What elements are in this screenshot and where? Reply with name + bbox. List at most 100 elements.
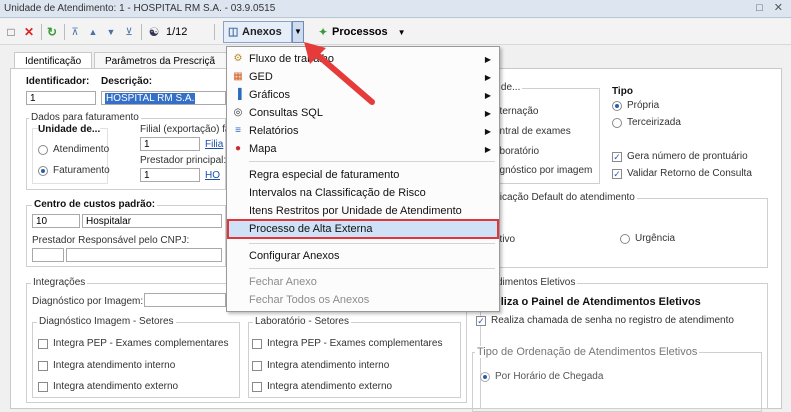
prestador-cnpj-label: Prestador Responsável pelo CNPJ: xyxy=(32,235,190,246)
menu-configurar-anexos[interactable]: Configurar Anexos xyxy=(227,247,499,265)
submenu-arrow-icon: ▶ xyxy=(484,126,491,136)
processos-button[interactable]: Processos ▼ xyxy=(332,23,406,41)
descricao-field[interactable]: HOSPITAL RM S.A. xyxy=(101,91,226,105)
menu-relatorios[interactable]: ≡ Relatórios ▶ xyxy=(227,122,499,140)
check-left-pep[interactable]: Integra PEP - Exames complementares xyxy=(38,338,228,349)
check-gera-prontuario[interactable]: ✓ Gera número de prontuário xyxy=(612,151,748,162)
radio-urgencia-label: Urgência xyxy=(635,233,676,244)
menu-processo-alta-externa[interactable]: Processo de Alta Externa xyxy=(227,219,499,239)
tab-identificacao[interactable]: Identificação xyxy=(14,52,92,69)
radio-horario-chegada-label: Por Horário de Chegada xyxy=(495,371,604,382)
map-pin-icon: ● xyxy=(234,143,242,154)
search-binoculars-icon[interactable]: ☯ xyxy=(146,23,162,41)
submenu-arrow-icon: ▶ xyxy=(484,90,491,100)
window-title: Unidade de Atendimento: 1 - HOSPITAL RM … xyxy=(4,3,276,14)
filial-link[interactable]: Filia xyxy=(205,139,223,150)
radio-faturamento[interactable]: Faturamento xyxy=(38,165,110,176)
radio-circle xyxy=(612,117,622,128)
check-right-pep[interactable]: Integra PEP - Exames complementares xyxy=(252,338,442,349)
check-chamada-senha[interactable]: ✓ Realiza chamada de senha no registro de… xyxy=(476,315,734,326)
toolbar: □ ✕ ↻ ⊼ ▲ ▼ ⊻ ☯ 1/12 ✦ Processos ▼ xyxy=(0,19,791,45)
checkbox-checked: ✓ xyxy=(612,168,622,179)
new-icon[interactable]: □ xyxy=(4,23,18,41)
processos-label: Processos xyxy=(332,26,388,38)
submenu-arrow-icon: ▶ xyxy=(484,144,491,154)
painel-eletivos-label: tiliza o Painel de Atendimentos Eletivos xyxy=(494,296,701,308)
filial-field[interactable]: 1 xyxy=(140,137,200,151)
radio-horario-chegada[interactable]: Por Horário de Chegada xyxy=(480,371,603,382)
menu-regra-especial[interactable]: Regra especial de faturamento xyxy=(227,166,499,184)
menu-mapa[interactable]: ● Mapa ▶ xyxy=(227,140,499,158)
descricao-label: Descrição: xyxy=(101,76,153,87)
radio-urgencia[interactable]: Urgência xyxy=(620,233,675,244)
prestador-cnpj-code[interactable] xyxy=(32,248,64,262)
radio-terceirizada[interactable]: Terceirizada xyxy=(612,117,681,128)
checkbox xyxy=(252,381,262,392)
check-validar-retorno-label: Validar Retorno de Consulta xyxy=(627,168,752,179)
menu-graficos-label: Gráficos xyxy=(249,89,290,101)
prestador-label: Prestador principal: xyxy=(140,155,227,166)
check-left-externo-label: Integra atendimento externo xyxy=(53,381,179,392)
check-left-interno[interactable]: Integra atendimento interno xyxy=(38,360,175,371)
centro-nome-field[interactable]: Hospitalar xyxy=(82,214,222,228)
check-right-interno[interactable]: Integra atendimento interno xyxy=(252,360,389,371)
checkbox xyxy=(252,338,262,349)
check-validar-retorno[interactable]: ✓ Validar Retorno de Consulta xyxy=(612,168,752,179)
menu-intervalos-risco[interactable]: Intervalos na Classificação de Risco xyxy=(227,184,499,202)
radio-circle xyxy=(612,100,622,111)
radio-circle xyxy=(38,144,48,155)
radio-faturamento-label: Faturamento xyxy=(53,165,110,176)
prestador-field[interactable]: 1 xyxy=(140,168,200,182)
radio-propria[interactable]: Própria xyxy=(612,100,659,111)
radio-atendimento[interactable]: Atendimento xyxy=(38,144,109,155)
opt-internacao[interactable]: nternação xyxy=(494,106,538,117)
checkbox xyxy=(38,338,48,349)
submenu-arrow-icon: ▶ xyxy=(484,72,491,82)
faturamento-group-title: Dados para faturamento xyxy=(29,112,141,123)
check-right-externo-label: Integra atendimento externo xyxy=(267,381,393,392)
prestador-link[interactable]: HO xyxy=(205,170,220,181)
lab-setores-title: Laboratório - Setores xyxy=(253,316,351,327)
checkbox xyxy=(252,360,262,371)
radio-atendimento-label: Atendimento xyxy=(53,144,110,155)
opt-laboratorio[interactable]: aboratório xyxy=(494,146,539,157)
checkbox-checked: ✓ xyxy=(476,315,486,326)
check-left-externo[interactable]: Integra atendimento externo xyxy=(38,381,178,392)
opt-central-exames[interactable]: entral de exames xyxy=(494,126,571,137)
tab-parametros-prescricao[interactable]: Parâmetros da Prescriçã xyxy=(94,52,227,69)
ordenacao-group: Tipo de Ordenação de Atendimentos Eletiv… xyxy=(472,346,762,412)
check-right-externo[interactable]: Integra atendimento externo xyxy=(252,381,392,392)
unidade-label: Unidade de... xyxy=(38,124,101,135)
radio-circle xyxy=(480,371,490,382)
diag-setores-title: Diagnóstico Imagem - Setores xyxy=(37,316,176,327)
window-controls[interactable]: □ ✕ xyxy=(756,1,787,14)
check-left-interno-label: Integra atendimento interno xyxy=(53,360,176,371)
next-record-icon[interactable]: ▼ xyxy=(104,23,118,41)
anexos-button[interactable]: ◫ Anexos xyxy=(223,21,292,43)
last-record-icon[interactable]: ⊻ xyxy=(122,23,136,41)
radio-circle xyxy=(620,233,630,244)
opt-diag-imagem[interactable]: agnóstico por imagem xyxy=(494,165,592,176)
prestador-cnpj-name[interactable] xyxy=(66,248,222,262)
window-title-bar: Unidade de Atendimento: 1 - HOSPITAL RM … xyxy=(0,0,791,18)
identificador-field[interactable]: 1 xyxy=(26,91,96,105)
refresh-icon[interactable]: ↻ xyxy=(45,23,59,41)
menu-relatorios-label: Relatórios xyxy=(249,125,299,137)
delete-icon[interactable]: ✕ xyxy=(22,23,36,41)
attachment-icon: ◫ xyxy=(228,26,239,38)
eletivos-title: dimentos Eletivos xyxy=(495,277,578,288)
filial-label: Filial (exportação) fa xyxy=(140,124,231,135)
menu-itens-restritos[interactable]: Itens Restritos por Unidade de Atendimen… xyxy=(227,202,499,220)
first-record-icon[interactable]: ⊼ xyxy=(68,23,82,41)
checkbox xyxy=(38,360,48,371)
check-right-interno-label: Integra atendimento interno xyxy=(267,360,390,371)
check-chamada-senha-label: Realiza chamada de senha no registro de … xyxy=(491,315,734,326)
diag-imagem-field[interactable] xyxy=(144,293,226,307)
previous-record-icon[interactable]: ▲ xyxy=(86,23,100,41)
centro-codigo-field[interactable]: 10 xyxy=(32,214,80,228)
submenu-arrow-icon: ▶ xyxy=(484,108,491,118)
diag-imagem-label: Diagnóstico por Imagem: xyxy=(32,296,144,307)
tipo-label: Tipo xyxy=(612,86,633,97)
ged-icon: ▦ xyxy=(233,71,243,82)
menu-separator xyxy=(249,243,495,244)
